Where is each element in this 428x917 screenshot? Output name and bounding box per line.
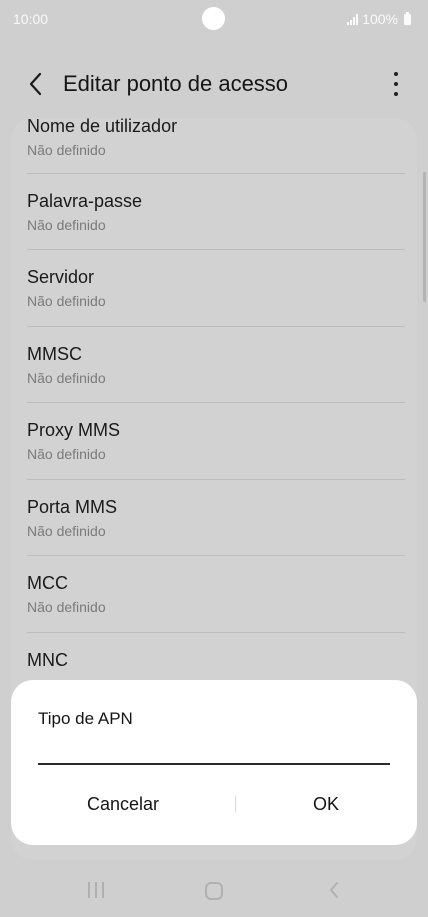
status-bar: 10:00 100%	[0, 0, 428, 38]
setting-label: Nome de utilizador	[27, 118, 178, 136]
setting-value: Não definido	[27, 369, 106, 386]
back-icon[interactable]	[328, 881, 340, 904]
back-arrow-icon[interactable]	[22, 70, 50, 98]
setting-value: Não definido	[27, 446, 106, 462]
setting-item-server[interactable]: Servidor Não definido	[11, 250, 417, 327]
setting-label: MCC	[27, 573, 68, 593]
apn-type-input[interactable]	[38, 735, 390, 765]
camera-cutout	[202, 7, 225, 30]
setting-value: Não definido	[27, 599, 106, 615]
dialog-title: Tipo de APN	[38, 709, 133, 728]
setting-label: Palavra-passe	[27, 190, 143, 211]
status-time: 10:00	[13, 11, 49, 27]
signal-icon	[347, 13, 359, 25]
app-bar: Editar ponto de acesso	[0, 60, 428, 110]
more-options-icon[interactable]	[388, 72, 404, 96]
setting-label: MMSC	[27, 343, 82, 364]
setting-label: Proxy MMS	[27, 420, 121, 440]
battery-percent: 100%	[362, 11, 398, 27]
setting-item-mms-proxy[interactable]: Proxy MMS Não definido	[11, 403, 417, 480]
setting-item-mcc[interactable]: MCC Não definido	[11, 556, 417, 633]
page-title: Editar ponto de acesso	[63, 71, 289, 96]
setting-value: Não definido	[27, 293, 106, 309]
scrollbar[interactable]	[423, 172, 426, 302]
setting-item-mmsc[interactable]: MMSC Não definido	[11, 327, 417, 403]
setting-value: Não definido	[27, 522, 106, 539]
setting-label: Porta MMS	[27, 496, 118, 517]
ok-button[interactable]: OK	[235, 784, 417, 824]
home-icon[interactable]	[205, 882, 223, 900]
navigation-bar	[0, 862, 428, 917]
settings-list: Nome de utilizador Não definido Palavra-…	[11, 118, 417, 709]
setting-label: MNC	[27, 649, 68, 670]
setting-label: Servidor	[27, 267, 95, 287]
cancel-button[interactable]: Cancelar	[11, 784, 235, 824]
setting-value: Não definido	[27, 142, 106, 158]
apn-type-dialog: Tipo de APN Cancelar OK	[11, 680, 417, 845]
status-icons: 100%	[347, 11, 411, 27]
battery-icon	[404, 11, 411, 25]
setting-item-mms-port[interactable]: Porta MMS Não definido	[11, 480, 417, 556]
recents-icon[interactable]	[88, 882, 104, 898]
setting-item-password[interactable]: Palavra-passe Não definido	[11, 174, 417, 250]
setting-value: Não definido	[27, 216, 106, 233]
